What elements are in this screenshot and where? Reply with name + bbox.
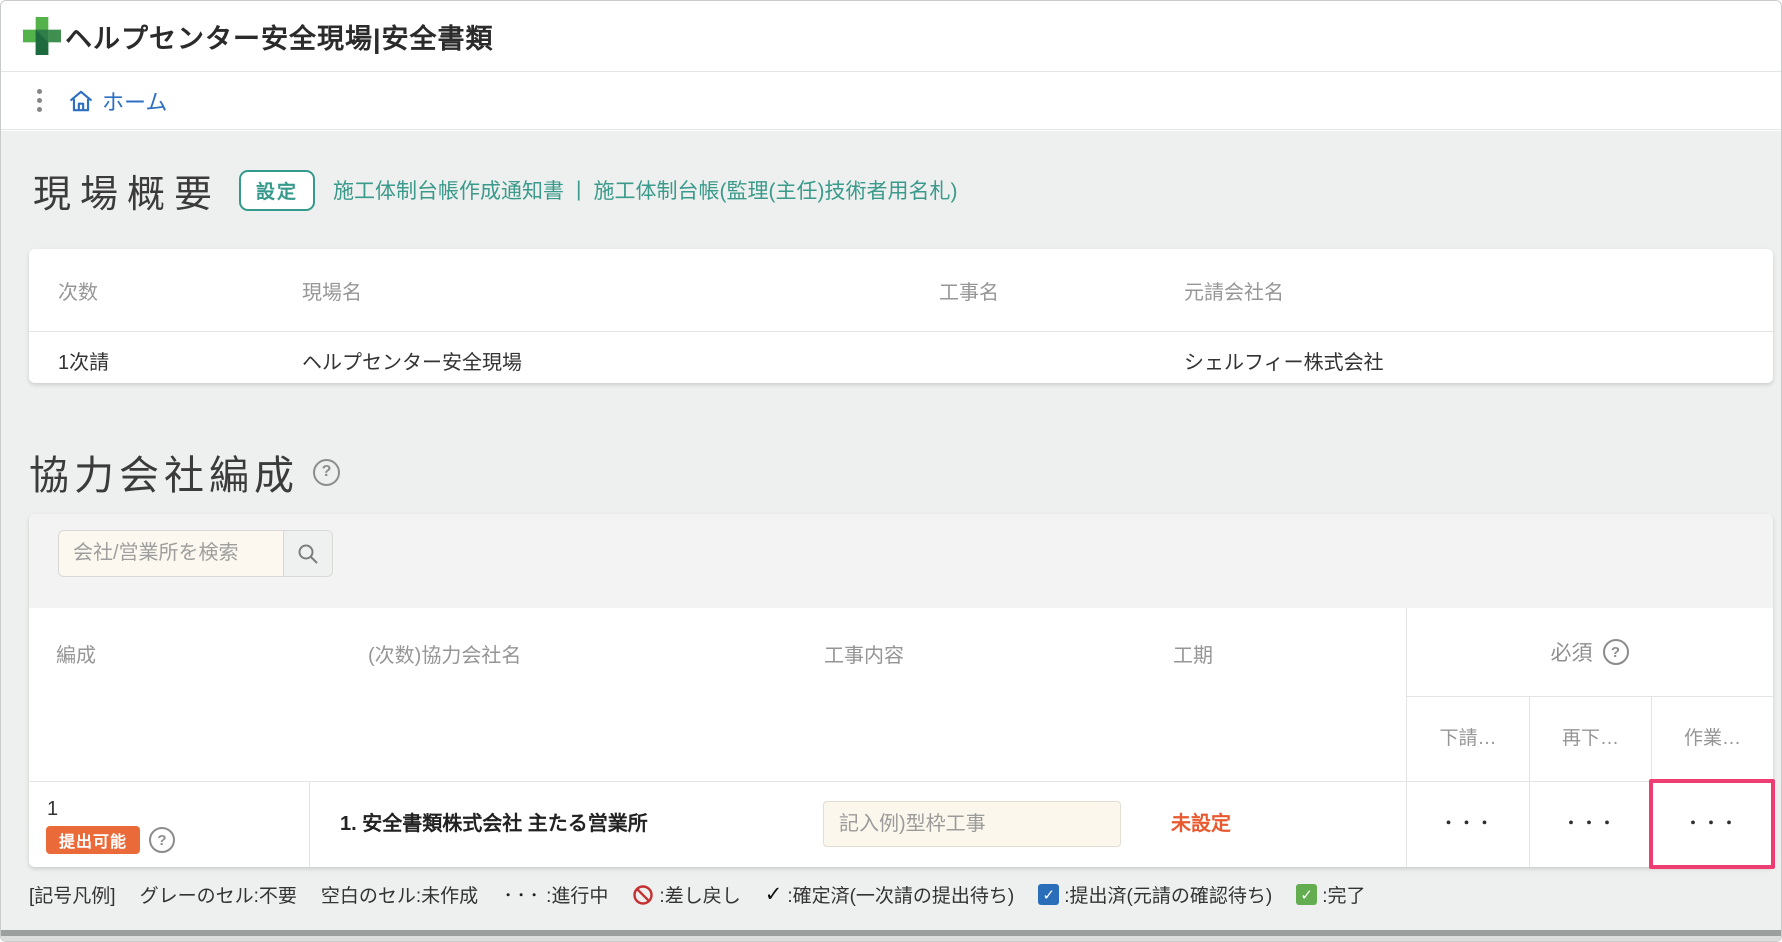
- col-header-partner-company: (次数)協力会社名: [368, 639, 521, 668]
- search-button[interactable]: [283, 531, 332, 576]
- company-search: [58, 530, 333, 577]
- page-title: ヘルプセンター安全現場|安全書類: [65, 17, 494, 56]
- partner-section-title: 協力会社編成: [29, 443, 299, 501]
- col-header-prime-contractor: 元請会社名: [1184, 276, 1284, 305]
- subcol-sagyou: 作業…: [1652, 696, 1773, 781]
- partner-table: 編成 (次数)協力会社名 工事内容 工期 必須 ? 下請… 再下… 作業…: [29, 608, 1773, 867]
- app-logo-plus-icon: [23, 17, 61, 55]
- help-icon[interactable]: ?: [313, 459, 340, 486]
- window-bottom-margin: [1, 936, 1781, 942]
- col-header-hensei: 編成: [56, 639, 96, 668]
- main-content: 現場概要 設定 施工体制台帳作成通知書 | 施工体制台帳(監理(主任)技術者用名…: [1, 131, 1781, 930]
- home-icon: [68, 88, 94, 114]
- construction-register-notice-link[interactable]: 施工体制台帳作成通知書: [333, 175, 564, 205]
- doc-cell-saishitauke[interactable]: ・・・: [1530, 781, 1651, 867]
- kebab-menu-icon[interactable]: [37, 89, 42, 112]
- partner-company-name: 1. 安全書類株式会社 主たる営業所: [340, 781, 648, 867]
- legend-confirmed: ✓ :確定済(一次請の提出待ち): [765, 881, 1015, 908]
- legend-done: ✓ :完了: [1296, 881, 1365, 908]
- legend-rejected: :差し戻し: [632, 881, 740, 908]
- col-header-work-detail: 工事内容: [824, 639, 904, 668]
- partner-section-header: 協力会社編成 ?: [29, 444, 340, 500]
- legend-in-progress: ・・・ :進行中: [502, 881, 608, 908]
- help-icon[interactable]: ?: [1603, 639, 1629, 665]
- legend-in-progress-label: :進行中: [546, 881, 608, 908]
- legend-done-label: :完了: [1322, 881, 1365, 908]
- title-bar: ヘルプセンター安全現場|安全書類: [1, 1, 1781, 72]
- site-overview-table: 次数 現場名 工事名 元請会社名 1次請 ヘルプセンター安全現場 シェルフィー株…: [29, 249, 1773, 383]
- site-overview-header: 現場概要 設定 施工体制台帳作成通知書 | 施工体制台帳(監理(主任)技術者用名…: [33, 164, 957, 216]
- help-icon[interactable]: ?: [149, 827, 175, 853]
- prohibition-icon: [632, 884, 654, 906]
- partner-table-card: 編成 (次数)協力会社名 工事内容 工期 必須 ? 下請… 再下… 作業…: [29, 514, 1773, 867]
- breadcrumb-bar: ホーム: [1, 72, 1781, 130]
- status-badge: 提出可能: [46, 826, 140, 854]
- doc-cell-sagyou[interactable]: ・・・: [1652, 781, 1773, 867]
- site-overview-title: 現場概要: [33, 163, 221, 218]
- search-input[interactable]: [59, 531, 283, 576]
- legend-prefix: [記号凡例]: [29, 881, 116, 908]
- link-separator: |: [576, 178, 581, 202]
- blue-checkbox-icon: ✓: [1038, 884, 1059, 905]
- col-header-term: 工期: [1173, 639, 1213, 668]
- legend-confirmed-label: :確定済(一次請の提出待ち): [787, 881, 1014, 908]
- symbol-legend: [記号凡例] グレーのセル:不要 空白のセル:未作成 ・・・ :進行中 :差し戻…: [29, 881, 1759, 908]
- col-header-jisuu: 次数: [58, 276, 98, 305]
- breadcrumb-home-link[interactable]: ホーム: [68, 85, 167, 117]
- doc-cell-shitauke[interactable]: ・・・: [1407, 781, 1529, 867]
- col-header-required: 必須 ?: [1406, 608, 1773, 696]
- document-links: 施工体制台帳作成通知書 | 施工体制台帳(監理(主任)技術者用名札): [333, 175, 957, 205]
- table-divider: [309, 781, 310, 867]
- app-window: ヘルプセンター安全現場|安全書類 ホーム 現場概要 設定 施工体制台帳作成通知書…: [0, 0, 1782, 942]
- col-header-site-name: 現場名: [302, 276, 362, 305]
- home-label: ホーム: [102, 85, 167, 117]
- legend-submitted: ✓ :提出済(元請の確認待ち): [1038, 881, 1272, 908]
- cell-prime-contractor: シェルフィー株式会社: [1184, 344, 1384, 382]
- legend-submitted-label: :提出済(元請の確認待ち): [1064, 881, 1272, 908]
- term-status[interactable]: 未設定: [1171, 781, 1231, 867]
- green-checkbox-icon: ✓: [1296, 884, 1317, 905]
- check-icon: ✓: [765, 884, 783, 905]
- col-header-construction-name: 工事名: [939, 276, 999, 305]
- cell-jisuu: 1次請: [58, 344, 109, 382]
- row-number: 1: [47, 798, 58, 821]
- table-divider: [29, 331, 1773, 332]
- legend-rejected-label: :差し戻し: [659, 881, 740, 908]
- cell-site-name: ヘルプセンター安全現場: [302, 344, 522, 382]
- dots-icon: ・・・: [502, 886, 541, 903]
- construction-register-nameplate-link[interactable]: 施工体制台帳(監理(主任)技術者用名札): [594, 175, 958, 205]
- subcol-saishitauke: 再下…: [1530, 696, 1651, 781]
- required-label: 必須: [1551, 637, 1593, 667]
- search-icon: [296, 542, 320, 566]
- settings-button[interactable]: 設定: [239, 170, 315, 211]
- work-detail-input[interactable]: [823, 801, 1121, 847]
- legend-gray-cell: グレーのセル:不要: [140, 881, 297, 908]
- subcol-shitauke: 下請…: [1407, 696, 1529, 781]
- legend-blank-cell: 空白のセル:未作成: [321, 881, 478, 908]
